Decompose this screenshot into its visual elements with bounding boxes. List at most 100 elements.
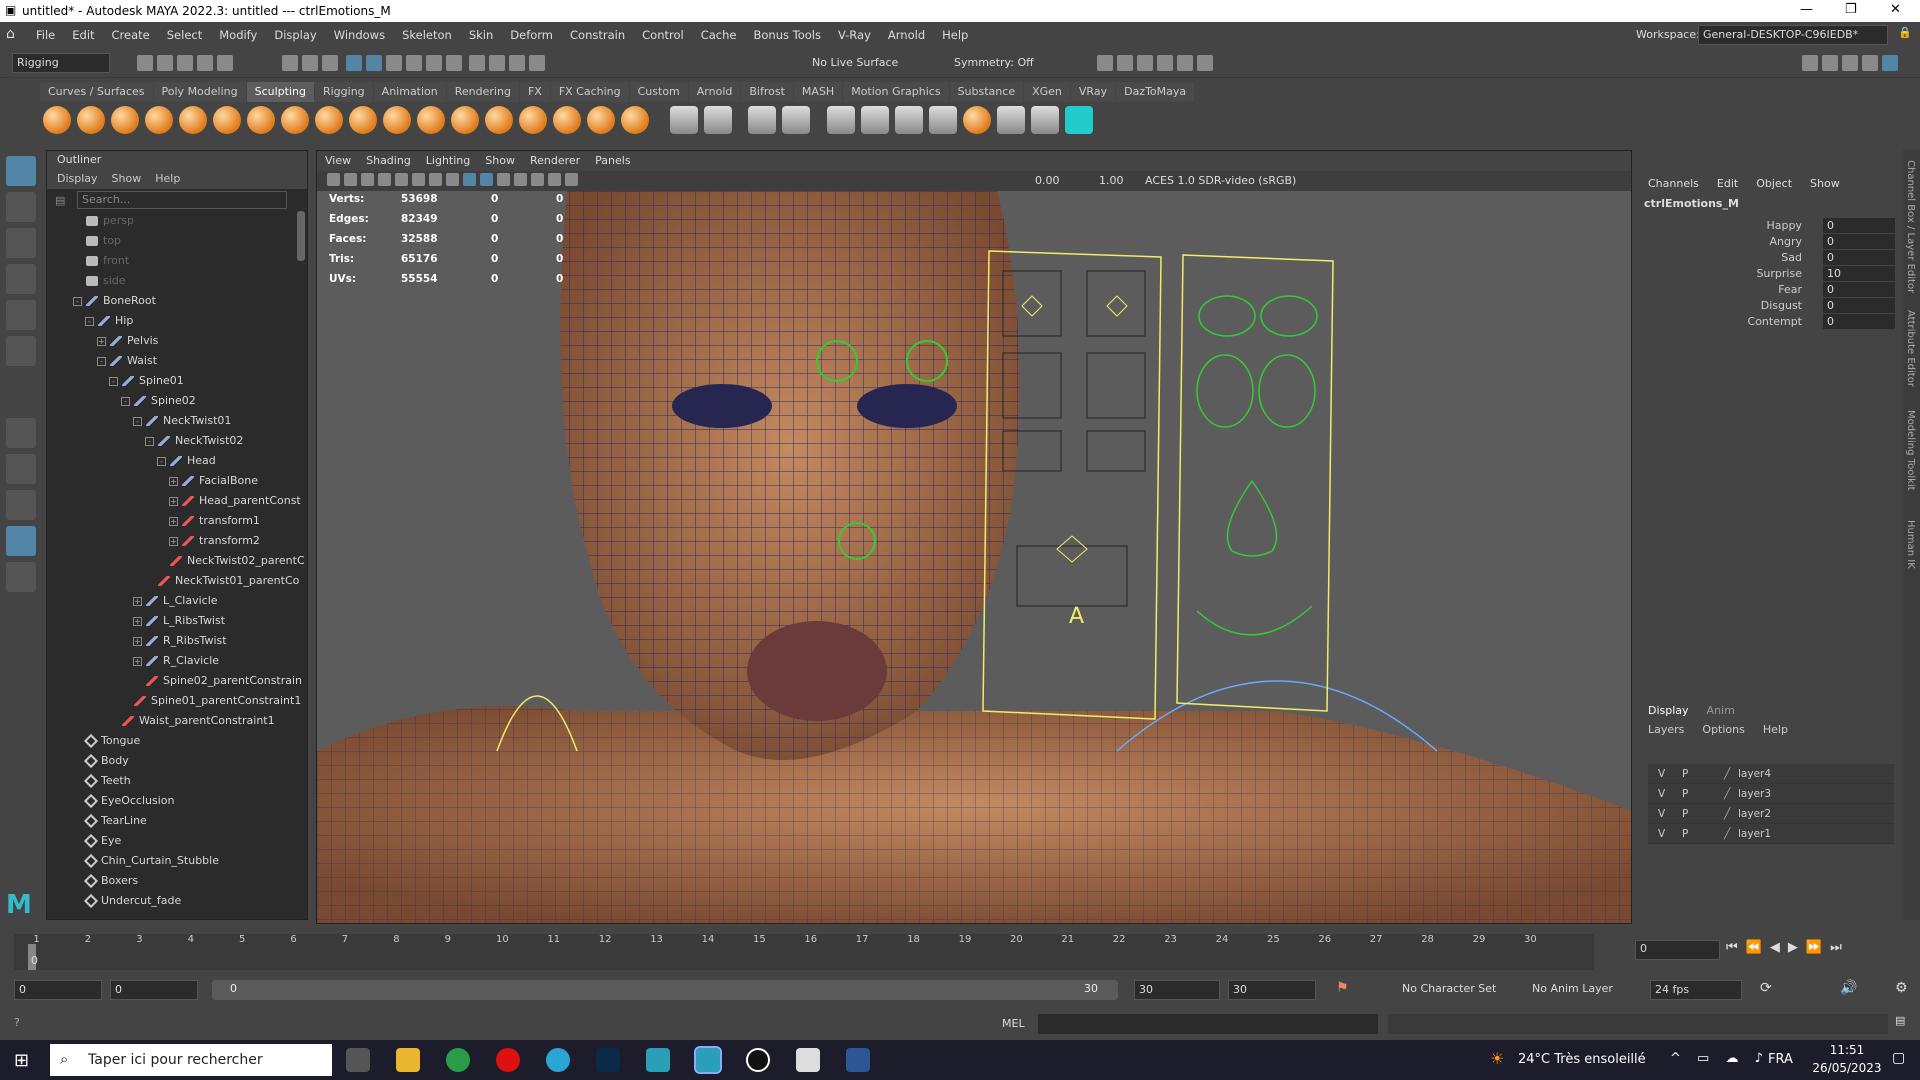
shelf-tab-curves-surfaces[interactable]: Curves / Surfaces (40, 82, 153, 102)
menu-windows[interactable]: Windows (334, 22, 385, 48)
menu-deform[interactable]: Deform (510, 22, 553, 48)
menu-arnold[interactable]: Arnold (888, 22, 925, 48)
outliner-item[interactable]: EyeOcclusion (47, 791, 307, 811)
viewport-menu-panels[interactable]: Panels (595, 154, 630, 167)
live-surface-label[interactable]: No Live Surface (812, 56, 898, 69)
menu-help[interactable]: Help (942, 22, 968, 48)
relax-brush-icon[interactable] (111, 106, 139, 134)
outliner-item[interactable]: front (47, 251, 307, 271)
layer-visibility-toggle[interactable]: V (1658, 784, 1665, 804)
channel-menu-edit[interactable]: Edit (1717, 177, 1738, 190)
render-view-icon[interactable] (1097, 55, 1113, 71)
playback-start-field[interactable]: 0 (110, 980, 198, 1000)
channel-value-field[interactable]: 0 (1823, 250, 1895, 265)
single-view-layout-icon[interactable] (6, 418, 36, 448)
weather-icon[interactable]: ☀ (1490, 1049, 1504, 1068)
menu-v-ray[interactable]: V-Ray (838, 22, 871, 48)
shelf-tab-animation[interactable]: Animation (373, 82, 446, 102)
shelf-tab-motion-graphics[interactable]: Motion Graphics (843, 82, 949, 102)
snap-point-icon[interactable] (385, 55, 402, 71)
word-icon[interactable] (846, 1048, 870, 1072)
outliner-item[interactable]: - BoneRoot (47, 291, 307, 311)
sculpt-settings-icon[interactable] (669, 106, 698, 134)
outliner-menu-show[interactable]: Show (112, 172, 142, 185)
skull-icon[interactable] (1030, 106, 1059, 134)
home-icon[interactable]: ⌂ (6, 26, 15, 42)
menu-cache[interactable]: Cache (701, 22, 737, 48)
viewport-menu-lighting[interactable]: Lighting (426, 154, 470, 167)
viewport-menu-view[interactable]: View (325, 154, 351, 167)
snap-surface-icon[interactable] (425, 55, 442, 71)
open-scene-icon[interactable] (157, 55, 173, 71)
camera-attributes-icon[interactable] (344, 173, 357, 186)
clock-time[interactable]: 11:51 (1818, 1043, 1876, 1057)
layer-row[interactable]: V P ╱ layer4 (1648, 764, 1894, 784)
foamy-brush-icon[interactable] (247, 106, 275, 134)
lasso-tool-icon[interactable] (6, 192, 36, 222)
nurbs-cone-icon[interactable] (928, 106, 957, 134)
outliner-item[interactable]: + FacialBone (47, 471, 307, 491)
opera-icon[interactable] (496, 1048, 520, 1072)
expand-icon[interactable]: + (133, 656, 142, 666)
pinch-brush-icon[interactable] (179, 106, 207, 134)
snap-view-icon[interactable] (405, 55, 422, 71)
preferences-icon[interactable]: ⚙ (1895, 980, 1908, 996)
side-tab[interactable]: Modeling Toolkit (1905, 410, 1916, 491)
shelf-tab-vray[interactable]: VRay (1070, 82, 1116, 102)
resolution-gate-icon[interactable] (429, 173, 442, 186)
freeze-brush-icon[interactable] (621, 106, 649, 134)
wireframe-icon[interactable] (446, 173, 459, 186)
outliner-item[interactable]: Chin_Curtain_Stubble (47, 851, 307, 871)
lock-selection-icon[interactable] (445, 55, 462, 71)
smear-brush-icon[interactable] (519, 106, 547, 134)
hypershade-icon[interactable] (1157, 55, 1173, 71)
camera-select-icon[interactable] (327, 173, 340, 186)
expand-icon[interactable]: + (133, 636, 142, 646)
bulge-brush-icon[interactable] (553, 106, 581, 134)
layer-playback-toggle[interactable]: P (1682, 824, 1688, 844)
side-tab[interactable]: Human IK (1905, 520, 1916, 569)
layer-color-swatch[interactable]: ╱ (1724, 824, 1730, 844)
outliner-item[interactable]: - Spine02 (47, 391, 307, 411)
weather-text[interactable]: 24°C Très ensoleillé (1518, 1052, 1646, 1067)
loop-icon[interactable]: ⟳ (1760, 980, 1772, 996)
channel-row[interactable]: Angry 0 (1640, 234, 1902, 250)
nurbs-sphere-icon[interactable] (826, 106, 855, 134)
outliner-item[interactable]: + Head_parentConst (47, 491, 307, 511)
anim-layer-dropdown[interactable]: No Anim Layer (1532, 982, 1613, 995)
layer-menu-help[interactable]: Help (1763, 723, 1788, 736)
ipr-icon[interactable] (529, 55, 545, 71)
stamp-grid-icon[interactable] (703, 106, 732, 134)
workspace-dropdown[interactable]: General-DESKTOP-C96IEDB* (1698, 25, 1888, 45)
new-scene-icon[interactable] (137, 55, 153, 71)
expand-icon[interactable]: + (169, 476, 178, 486)
task-view-icon[interactable] (346, 1048, 370, 1072)
skeleton-icon[interactable] (996, 106, 1025, 134)
channel-value-field[interactable]: 10 (1823, 266, 1895, 281)
grid-icon[interactable] (395, 173, 408, 186)
maximize-button[interactable]: ❐ (1845, 2, 1857, 17)
menuset-dropdown[interactable]: Rigging (12, 53, 110, 73)
layer-row[interactable]: V P ╱ layer1 (1648, 824, 1894, 844)
outliner-item[interactable]: + L_RibsTwist (47, 611, 307, 631)
shelf-tab-fx[interactable]: FX (519, 82, 550, 102)
symmetry-label[interactable]: Symmetry: Off (954, 56, 1034, 69)
close-button[interactable]: ✕ (1890, 2, 1901, 17)
outliner-item[interactable]: side (47, 271, 307, 291)
shelf-tab-xgen[interactable]: XGen (1024, 82, 1070, 102)
outliner-scrollbar[interactable] (297, 211, 305, 261)
viewport-menu-renderer[interactable]: Renderer (530, 154, 580, 167)
layer-tab-display[interactable]: Display (1648, 704, 1689, 717)
render-icon[interactable] (509, 55, 525, 71)
help-icon[interactable]: ? (14, 1016, 20, 1029)
move-tool-icon[interactable] (6, 264, 36, 294)
expand-icon[interactable]: + (133, 596, 142, 606)
outliner-item[interactable]: + Pelvis (47, 331, 307, 351)
arnold-render-icon[interactable] (1197, 55, 1213, 71)
outliner-layout-icon[interactable] (6, 526, 36, 556)
shelf-tab-fx-caching[interactable]: FX Caching (550, 82, 629, 102)
attribute-editor-icon[interactable] (1822, 55, 1838, 71)
chrome-icon[interactable] (446, 1048, 470, 1072)
outliner-item[interactable]: Waist_parentConstraint1 (47, 711, 307, 731)
nurbs-cylinder-icon[interactable] (894, 106, 923, 134)
